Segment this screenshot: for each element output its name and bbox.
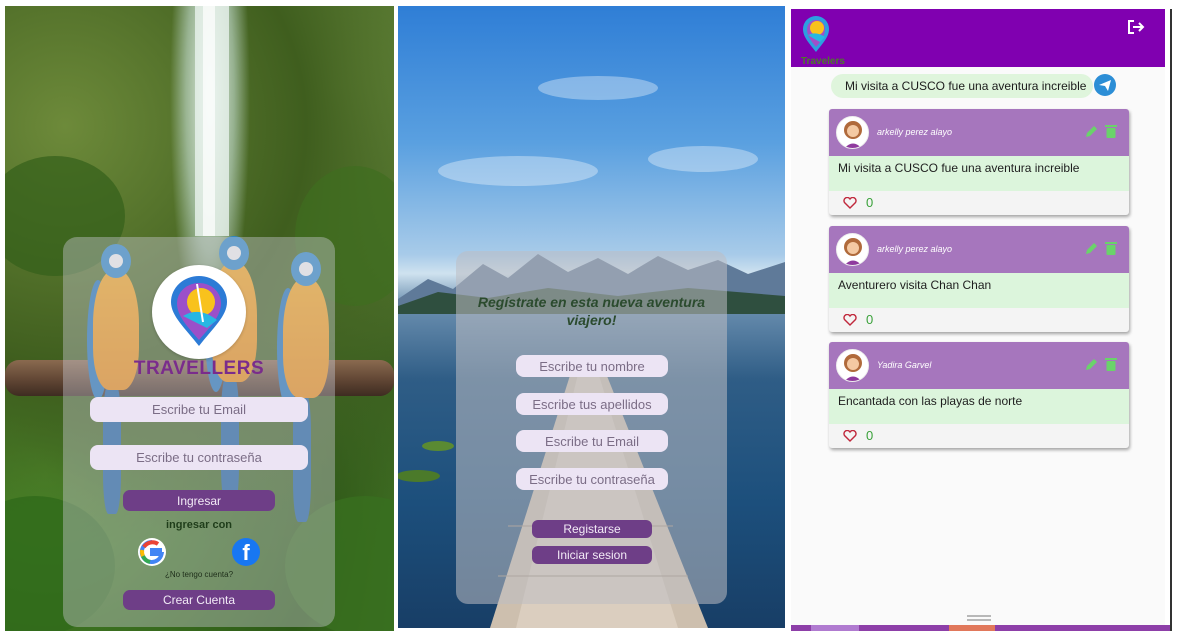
compose-input[interactable]: Mi visita a CUSCO fue una aventura incre… — [831, 74, 1093, 98]
nav-segment — [811, 625, 859, 631]
feed-screen: Travelers Mi visita a CUSCO fue una aven… — [791, 9, 1165, 631]
edit-icon[interactable] — [1085, 242, 1098, 255]
like-count: 0 — [866, 428, 874, 443]
like-heart-icon[interactable] — [843, 197, 857, 209]
register-title: Regístrate en esta nueva aventura viajer… — [477, 294, 706, 328]
post-text: Aventurero visita Chan Chan — [829, 273, 1129, 308]
post-header: Yadira Garvel — [829, 342, 1129, 389]
create-account-button[interactable]: Crear Cuenta — [123, 590, 275, 610]
facebook-icon[interactable]: f — [232, 538, 260, 566]
travellers-logo — [152, 265, 246, 359]
screenshot-collage: TRAVELLERS Escribe tu Email Escribe tu c… — [0, 0, 1180, 634]
post-header: arkelly perez alayo — [829, 226, 1129, 273]
post-author: Yadira Garvel — [877, 360, 932, 370]
frame-border — [1170, 9, 1172, 631]
login-button[interactable]: Ingresar — [123, 490, 275, 511]
password-input[interactable]: Escribe tu contraseña — [90, 445, 308, 470]
logout-icon[interactable] — [1127, 19, 1145, 35]
avatar — [836, 349, 869, 382]
no-account-link[interactable]: ¿No tengo cuenta? — [123, 570, 275, 579]
edit-icon[interactable] — [1085, 358, 1098, 371]
post-card: Yadira Garvel Encantada con las playas d… — [829, 342, 1129, 448]
email-input[interactable]: Escribe tu Email — [90, 397, 308, 422]
post-author: arkelly perez alayo — [877, 127, 953, 137]
post-header: arkelly perez alayo — [829, 109, 1129, 156]
avatar — [836, 233, 869, 266]
edit-icon[interactable] — [1085, 125, 1098, 138]
like-count: 0 — [866, 312, 874, 327]
post-card: arkelly perez alayo Mi visita a CUSCO fu… — [829, 109, 1129, 215]
app-header — [791, 9, 1165, 67]
like-heart-icon[interactable] — [843, 314, 857, 326]
send-button[interactable] — [1094, 74, 1116, 96]
map-pin-logo-icon — [171, 276, 227, 346]
travelers-logo-icon[interactable] — [801, 15, 831, 53]
brand-title: TRAVELLERS — [133, 358, 265, 379]
avatar — [836, 116, 869, 149]
register-email-input[interactable]: Escribe tu Email — [516, 430, 668, 452]
delete-icon[interactable] — [1105, 124, 1117, 138]
post-author: arkelly perez alayo — [877, 244, 953, 254]
send-icon — [1099, 80, 1111, 91]
bottom-nav-bar — [791, 625, 1172, 631]
post-card: arkelly perez alayo Aventurero visita Ch… — [829, 226, 1129, 332]
delete-icon[interactable] — [1105, 241, 1117, 255]
drag-handle[interactable] — [967, 615, 991, 621]
like-heart-icon[interactable] — [843, 430, 857, 442]
google-icon[interactable] — [138, 538, 166, 566]
surname-input[interactable]: Escribe tus apellidos — [516, 393, 668, 415]
go-login-button[interactable]: Iniciar sesion — [532, 546, 652, 564]
name-input[interactable]: Escribe tu nombre — [516, 355, 668, 377]
register-screen: Regístrate en esta nueva aventura viajer… — [398, 6, 785, 628]
nav-segment — [949, 625, 995, 631]
register-password-input[interactable]: Escribe tu contraseña — [516, 468, 668, 490]
login-screen: TRAVELLERS Escribe tu Email Escribe tu c… — [5, 6, 394, 631]
login-with-label: ingresar con — [165, 519, 233, 531]
like-count: 0 — [866, 195, 874, 210]
post-text: Mi visita a CUSCO fue una aventura incre… — [829, 156, 1129, 191]
app-brand: Travelers — [801, 56, 845, 67]
post-text: Encantada con las playas de norte — [829, 389, 1129, 424]
register-button[interactable]: Registarse — [532, 520, 652, 538]
delete-icon[interactable] — [1105, 357, 1117, 371]
